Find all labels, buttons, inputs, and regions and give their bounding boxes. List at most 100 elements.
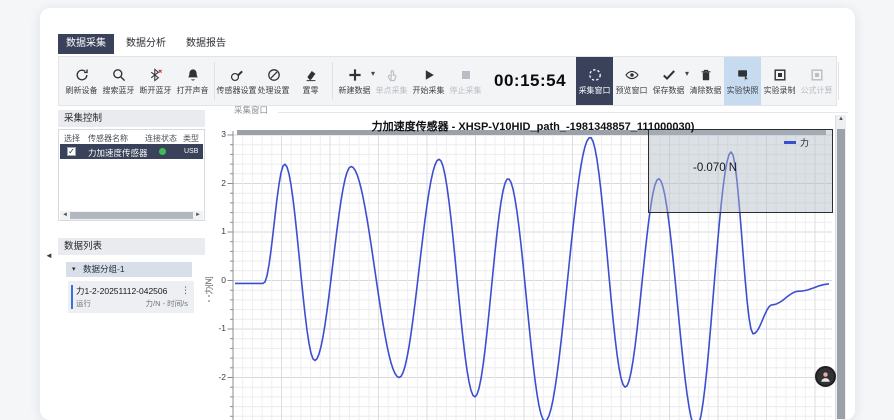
toolbar: 刷新设备搜索蓝牙断开蓝牙打开声音传感器设置处理设置 置零 新建数据▾单点采集开始采集… <box>58 56 837 106</box>
person-icon <box>819 370 832 383</box>
y-axis-tick-label: -2 <box>200 372 226 382</box>
check-icon <box>661 67 677 83</box>
sensor-type: USB <box>184 148 198 155</box>
col-type: 类型 <box>183 133 199 144</box>
toolbar-button-label: 保存数据 <box>653 85 685 96</box>
sensor-select-checkbox[interactable]: ✓ <box>67 147 76 156</box>
scroll-left-icon[interactable]: ◄ <box>62 211 68 220</box>
toolbar-button-label: 停止采集 <box>450 85 482 96</box>
toolbar-separator <box>332 62 333 100</box>
group-caret-icon[interactable]: ▾ <box>72 262 76 277</box>
tab-data-collection[interactable]: 数据采集 <box>58 34 114 54</box>
chart-vertical-scrollbar[interactable]: ▲ <box>835 115 846 420</box>
scrollbar-thumb[interactable] <box>837 129 845 419</box>
toolbar-button-label: 开始采集 <box>413 85 445 96</box>
bluetooth-off-icon <box>148 67 164 83</box>
disconnect-bluetooth-button[interactable]: 断开蓝牙 <box>137 57 174 105</box>
timer-display: 00:15:54 <box>494 71 566 91</box>
toolbar-button-label: 实验录制 <box>764 85 796 96</box>
toolbar-button-label: 清除数据 <box>690 85 722 96</box>
sensor-edit-icon <box>229 67 245 83</box>
tab-data-analysis[interactable]: 数据分析 <box>118 34 174 54</box>
stop-collect-button: 停止采集 <box>447 57 484 105</box>
tab-data-report[interactable]: 数据报告 <box>178 34 234 54</box>
stop-icon <box>458 67 474 83</box>
processing-settings-button[interactable]: 处理设置 <box>255 57 292 105</box>
new-data-button[interactable]: 新建数据▾ <box>336 57 373 105</box>
toolbar-button-label: 新建数据 <box>339 85 371 96</box>
toolbar-separator <box>838 62 839 100</box>
search-bluetooth-button[interactable]: 搜索蓝牙 <box>100 57 137 105</box>
bell-icon <box>185 67 201 83</box>
toolbar-button-label: 打开声音 <box>177 85 209 96</box>
preview-window-button[interactable]: 预览窗口 <box>613 57 650 105</box>
legend-label: 力 <box>800 136 809 149</box>
collect-window-groupbox-label: 采集窗口 <box>234 104 268 116</box>
toolbar-button-label: 实验快照 <box>727 85 759 96</box>
collection-control-title: 采集控制 <box>58 110 205 127</box>
sensor-table: 选择 传感器名称 连接状态 类型 ✓ 力加速度传感器 USB ◄ ► <box>58 129 205 221</box>
toolbar-button-label: 刷新设备 <box>66 85 98 96</box>
toolbar-button-label: 处理设置 <box>258 85 290 96</box>
data-list-item[interactable]: 力1-2-20251112-042506 ⋮ 运行 力/N - 时间/s <box>68 281 194 313</box>
table-row[interactable]: ✓ 力加速度传感器 USB <box>60 144 203 159</box>
formula-calc-button: 公式计算 <box>798 57 835 105</box>
y-axis-tick-label: 0 <box>200 275 226 285</box>
sound-on-button[interactable]: 打开声音 <box>174 57 211 105</box>
y-axis-tick-label: 1 <box>200 226 226 236</box>
clear-data-button[interactable]: 清除数据 <box>687 57 724 105</box>
toolbar-separator <box>214 62 215 100</box>
gauge-icon <box>266 67 282 83</box>
groupbox-border <box>278 112 848 113</box>
splitter-grip[interactable] <box>208 280 210 302</box>
chart-title: 力加速度传感器 - XHSP-V10HID_path_-1981348857_1… <box>233 118 833 134</box>
toolbar-button-label: 公式计算 <box>801 85 833 96</box>
toolbar-button-label: 搜索蓝牙 <box>103 85 135 96</box>
toolbar-button-label: 预览窗口 <box>616 85 648 96</box>
app-window: 数据采集 数据分析 数据报告 刷新设备搜索蓝牙断开蓝牙打开声音传感器设置处理设置… <box>40 8 855 420</box>
single-point-collect-button: 单点采集 <box>373 57 410 105</box>
col-sensor-name: 传感器名称 <box>88 133 128 144</box>
search-icon <box>111 67 127 83</box>
y-axis-tick-label: 3 <box>200 129 226 139</box>
col-select: 选择 <box>64 133 80 144</box>
zero-set-button[interactable]: 置零 <box>292 57 329 105</box>
sensor-settings-button[interactable]: 传感器设置 <box>218 57 255 105</box>
start-collect-button[interactable]: 开始采集 <box>410 57 447 105</box>
y-axis-tick-label: 2 <box>200 178 226 188</box>
collect-window-button[interactable]: 采集窗口 <box>576 57 613 105</box>
dashed-circle-icon <box>587 67 603 83</box>
data-group-header[interactable]: ▾ 数据分组-1 <box>66 262 192 277</box>
table-horizontal-scrollbar[interactable]: ◄ ► <box>60 211 203 220</box>
dock-collapse-handle[interactable]: ◄ <box>45 251 53 260</box>
toolbar-button-label: 传感器设置 <box>217 85 257 96</box>
refresh-device-button[interactable]: 刷新设备 <box>63 57 100 105</box>
main-tabbar: 数据采集 数据分析 数据报告 <box>58 34 234 54</box>
zero-flag-icon <box>303 67 319 83</box>
item-status: 运行 <box>76 298 91 309</box>
record-icon <box>772 67 788 83</box>
item-name: 力1-2-20251112-042506 <box>76 285 167 297</box>
save-data-button[interactable]: 保存数据▾ <box>650 57 687 105</box>
trash-icon <box>698 67 714 83</box>
group-label: 数据分组-1 <box>83 262 125 277</box>
sensor-name: 力加速度传感器 <box>88 147 148 159</box>
refresh-icon <box>74 67 90 83</box>
cursor-value-annotation: -0.070 N <box>693 162 737 174</box>
toolbar-button-label: 采集窗口 <box>579 85 611 96</box>
assistant-avatar-button[interactable] <box>815 366 836 387</box>
chart-legend: 力 <box>784 136 809 149</box>
desktop-background: 数据采集 数据分析 数据报告 刷新设备搜索蓝牙断开蓝牙打开声音传感器设置处理设置… <box>0 0 894 420</box>
connection-status-dot <box>159 148 166 155</box>
toolbar-button-label: 置零 <box>303 85 319 96</box>
legend-line-swatch <box>784 141 796 144</box>
scrollbar-thumb[interactable] <box>70 212 193 219</box>
scroll-right-icon[interactable]: ► <box>195 211 201 220</box>
plus-icon <box>347 67 363 83</box>
exp-record-button[interactable]: 实验录制 <box>761 57 798 105</box>
scroll-up-icon[interactable]: ▲ <box>836 116 846 122</box>
exp-snapshot-button[interactable]: 实验快照 <box>724 57 761 105</box>
item-menu-icon[interactable]: ⋮ <box>181 285 190 296</box>
eye-icon <box>624 67 640 83</box>
hand-point-icon <box>384 67 400 83</box>
